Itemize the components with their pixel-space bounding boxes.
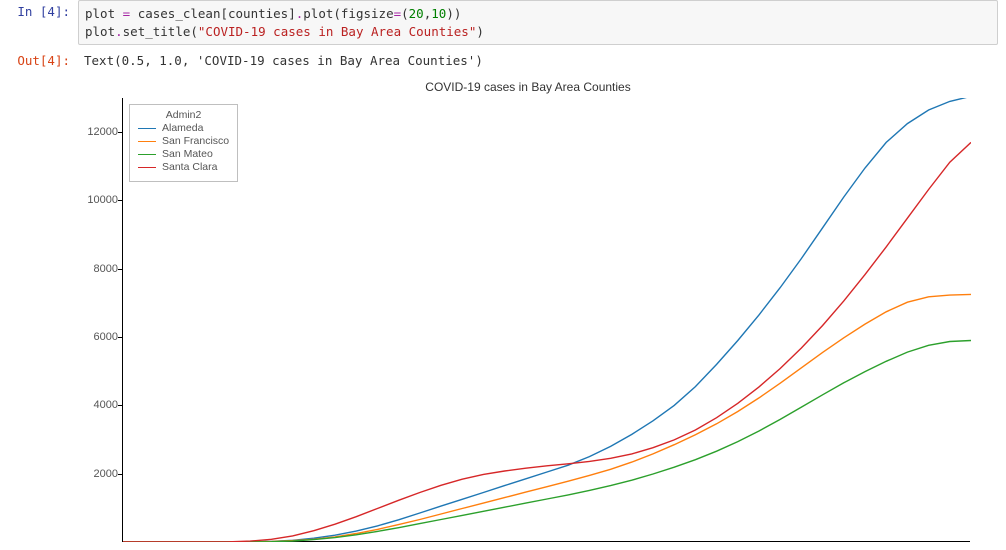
legend-title: Admin2 xyxy=(138,109,229,121)
legend-item: Alameda xyxy=(138,122,229,135)
legend-label: San Francisco xyxy=(162,135,229,148)
ytick-label: 4000 xyxy=(78,399,118,411)
figure-canvas: COVID-19 cases in Bay Area Counties 2000… xyxy=(78,80,978,550)
code-input[interactable]: plot = cases_clean[counties].plot(figsiz… xyxy=(78,0,998,45)
series-line xyxy=(123,294,971,542)
lines-svg xyxy=(123,98,971,542)
legend-item: San Mateo xyxy=(138,148,229,161)
legend-label: San Mateo xyxy=(162,148,213,161)
legend-swatch xyxy=(138,167,156,168)
ytick-label: 12000 xyxy=(78,126,118,138)
input-cell: In [4]: plot = cases_clean[counties].plo… xyxy=(0,0,1006,45)
series-line xyxy=(123,142,971,542)
legend-swatch xyxy=(138,154,156,155)
output-cell: Out[4]: Text(0.5, 1.0, 'COVID-19 cases i… xyxy=(0,49,1006,72)
ytick-label: 6000 xyxy=(78,331,118,343)
legend-label: Santa Clara xyxy=(162,161,217,174)
legend-item: Santa Clara xyxy=(138,161,229,174)
out-prompt: Out[4]: xyxy=(0,49,78,72)
ytick-label: 8000 xyxy=(78,263,118,275)
axes-area: Admin2 AlamedaSan FranciscoSan MateoSant… xyxy=(122,98,970,542)
legend-label: Alameda xyxy=(162,122,203,135)
ytick-label: 10000 xyxy=(78,194,118,206)
output-text: Text(0.5, 1.0, 'COVID-19 cases in Bay Ar… xyxy=(78,49,1006,72)
legend: Admin2 AlamedaSan FranciscoSan MateoSant… xyxy=(129,104,238,182)
legend-swatch xyxy=(138,141,156,142)
series-line xyxy=(123,98,971,542)
ytick-label: 2000 xyxy=(78,468,118,480)
in-prompt: In [4]: xyxy=(0,0,78,23)
legend-item: San Francisco xyxy=(138,135,229,148)
chart-title: COVID-19 cases in Bay Area Counties xyxy=(78,80,978,94)
series-line xyxy=(123,341,971,543)
plot-output: COVID-19 cases in Bay Area Counties 2000… xyxy=(78,80,978,550)
legend-swatch xyxy=(138,128,156,129)
